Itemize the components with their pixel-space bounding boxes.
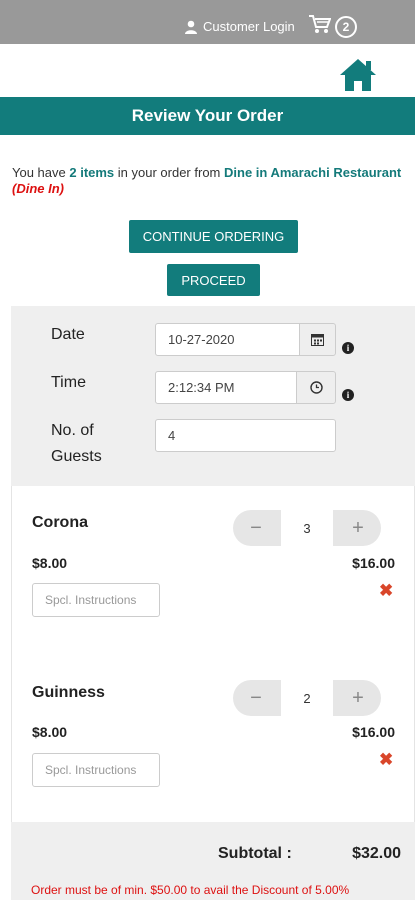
item-total-price: $16.00 (352, 555, 395, 571)
order-total-panel: Subtotal : $32.00 Order must be of min. … (11, 822, 415, 900)
subtotal-label: Subtotal : (218, 845, 292, 862)
top-bar: Customer Login 2 (0, 0, 415, 44)
date-label: Date (51, 326, 85, 343)
increase-quantity-button[interactable]: + (335, 510, 381, 546)
customer-login-link[interactable]: Customer Login (184, 19, 295, 34)
time-field[interactable]: 2:12:34 PM (155, 371, 297, 404)
special-instructions-input[interactable]: Spcl. Instructions (32, 753, 160, 787)
increase-quantity-button[interactable]: + (335, 680, 381, 716)
time-label: Time (51, 374, 86, 391)
discount-notice: Order must be of min. $50.00 to avail th… (31, 883, 350, 897)
order-summary-text: You have 2 items in your order from Dine… (12, 165, 407, 197)
item-unit-price: $8.00 (32, 724, 68, 740)
cart-count-badge[interactable]: 2 (335, 16, 357, 38)
item-unit-price: $8.00 (32, 555, 68, 571)
intro-middle: in your order from (114, 165, 224, 180)
customer-login-label: Customer Login (203, 19, 295, 34)
page-title: Review Your Order (0, 97, 415, 135)
home-icon[interactable] (338, 57, 378, 93)
item-count: 2 items (69, 165, 115, 180)
quantity-value[interactable]: 2 (281, 680, 333, 716)
cart-items-panel: Corona − 3 + $8.00 $16.00 Spcl. Instruct… (11, 486, 415, 822)
restaurant-name: Dine in Amarachi Restaurant (224, 165, 402, 180)
dine-mode: (Dine In) (12, 181, 64, 196)
date-info-icon[interactable]: i (342, 342, 354, 354)
special-instructions-input[interactable]: Spcl. Instructions (32, 583, 160, 617)
quantity-value[interactable]: 3 (281, 510, 333, 546)
remove-item-icon[interactable]: ✖ (379, 750, 393, 770)
quantity-stepper: − 3 + (233, 510, 381, 546)
item-name: Corona (32, 514, 88, 531)
clock-button[interactable] (296, 371, 336, 404)
item-total-price: $16.00 (352, 724, 395, 740)
continue-ordering-button[interactable]: CONTINUE ORDERING (129, 220, 298, 253)
intro-prefix: You have (12, 165, 70, 180)
proceed-button[interactable]: PROCEED (167, 264, 260, 296)
remove-item-icon[interactable]: ✖ (379, 581, 393, 601)
date-field[interactable]: 10-27-2020 (155, 323, 300, 356)
time-info-icon[interactable]: i (342, 389, 354, 401)
quantity-stepper: − 2 + (233, 680, 381, 716)
subtotal-value: $32.00 (352, 845, 401, 862)
guests-field[interactable]: 4 (155, 419, 336, 452)
user-icon (185, 20, 197, 34)
cart-icon[interactable] (309, 14, 331, 34)
clock-icon (309, 381, 323, 394)
guests-label-line1: No. of (51, 422, 94, 439)
calendar-icon (311, 334, 324, 346)
item-name: Guinness (32, 684, 105, 701)
guests-label-line2: Guests (51, 448, 102, 465)
decrease-quantity-button[interactable]: − (233, 680, 279, 716)
decrease-quantity-button[interactable]: − (233, 510, 279, 546)
calendar-button[interactable] (299, 323, 336, 356)
order-details-panel: Date 10-27-2020 i Time 2:12:34 PM i No. … (11, 306, 415, 486)
